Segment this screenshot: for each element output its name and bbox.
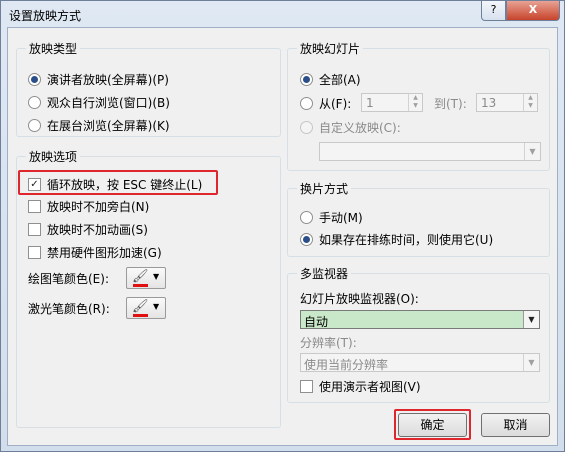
show-slides-title: 放映幻灯片 [297,40,364,57]
dropdown-arrow-icon: ▼ [153,272,160,281]
window-label: 观众自行浏览(窗口)(B) [47,95,170,110]
resolution-value: 使用当前分辨率 [304,358,389,372]
laser-color-swatch [133,314,148,317]
advance-title: 换片方式 [297,180,352,197]
show-slides-group: 放映幻灯片 全部(A) 从(F): 1 ▲ ▼ 到(T): 13 ▲ ▼ 自定义放映… [287,40,550,171]
presenter-label: 演讲者放映(全屏幕)(P) [47,72,169,87]
pen-color-label: 绘图笔颜色(E): [28,271,109,286]
dialog-body: 放映类型 演讲者放映(全屏幕)(P) 观众自行浏览(窗口)(B) 在展台浏览(全… [7,27,558,446]
from-spinner[interactable]: 1 ▲ ▼ [361,93,423,112]
no-narration-option[interactable]: 放映时不加旁白(N) [28,197,149,215]
presenter-view-checkbox[interactable] [300,379,313,393]
to-spinner[interactable]: 13 ▲ ▼ [476,93,538,112]
radio-kiosk[interactable] [28,118,41,132]
monitor-select[interactable]: 自动 ▼ [300,310,540,329]
monitors-title: 多监视器 [297,265,352,282]
no-animation-option[interactable]: 放映时不加动画(S) [28,220,148,238]
resolution-select[interactable]: 使用当前分辨率 ▼ [300,353,540,372]
monitor-value: 自动 [304,315,329,329]
no-animation-label: 放映时不加动画(S) [47,222,148,237]
dialog-window: 设置放映方式 ? X 放映类型 演讲者放映(全屏幕)(P) 观众自行浏览(窗口)… [0,0,565,452]
no-narration-label: 放映时不加旁白(N) [47,199,150,214]
laser-color-button[interactable]: 🖌 ▼ [126,297,166,319]
custom-show-select[interactable]: ▼ [319,142,541,161]
radio-timings[interactable] [300,232,313,246]
cancel-button[interactable]: 取消 [481,413,550,437]
advance-group: 换片方式 手动(M) 如果存在排练时间，则使用它(U) [287,180,550,257]
dropdown-arrow-icon: ▼ [153,302,160,311]
dialog-title: 设置放映方式 [9,9,82,23]
show-options-title: 放映选项 [26,148,81,165]
manual-label: 手动(M) [319,210,363,225]
radio-from[interactable] [300,96,313,110]
loop-highlight [18,170,218,195]
timings-option[interactable]: 如果存在排练时间，则使用它(U) [300,230,493,248]
spinner-arrows-icon[interactable]: ▲ ▼ [408,94,422,111]
disable-hw-option[interactable]: 禁用硬件图形加速(G) [28,243,162,261]
title-bar: 设置放映方式 ? X [1,1,564,27]
from-value: 1 [366,96,374,110]
custom-show-option[interactable]: 自定义放映(C): [300,118,401,136]
kiosk-label: 在展台浏览(全屏幕)(K) [47,118,170,133]
monitors-group: 多监视器 幻灯片放映监视器(O): 自动 ▼ 分辨率(T): 使用当前分辨率 ▼… [287,265,550,403]
radio-custom[interactable] [300,120,313,134]
show-type-option-window[interactable]: 观众自行浏览(窗口)(B) [28,93,170,111]
to-label: 到(T): [434,96,467,111]
from-label: 从(F): [319,96,352,111]
pen-color-swatch [133,284,148,287]
manual-option[interactable]: 手动(M) [300,208,363,226]
no-narration-checkbox[interactable] [28,199,41,213]
radio-window[interactable] [28,95,41,109]
spinner-arrows-icon[interactable]: ▲ ▼ [523,94,537,111]
presenter-view-option[interactable]: 使用演示者视图(V) [300,377,421,395]
all-label: 全部(A) [319,72,361,87]
no-animation-checkbox[interactable] [28,222,41,236]
custom-label: 自定义放映(C): [319,120,401,135]
disable-hw-label: 禁用硬件图形加速(G) [47,245,162,260]
paint-bucket-icon: 🖌 [132,269,149,284]
timings-label: 如果存在排练时间，则使用它(U) [319,232,494,247]
dropdown-arrow-icon[interactable]: ▼ [523,354,539,371]
show-options-group: 放映选项 ✓ 循环放映，按 ESC 键终止(L) 放映时不加旁白(N) 放映时不… [16,148,281,428]
resolution-label: 分辨率(T): [300,335,357,350]
close-button[interactable]: X [506,1,560,21]
show-type-title: 放映类型 [26,40,81,57]
radio-manual[interactable] [300,210,313,224]
ok-highlight [394,409,471,440]
disable-hw-checkbox[interactable] [28,245,41,259]
dropdown-arrow-icon[interactable]: ▼ [523,311,539,328]
show-type-group: 放映类型 演讲者放映(全屏幕)(P) 观众自行浏览(窗口)(B) 在展台浏览(全… [16,40,281,137]
paint-bucket-icon: 🖌 [132,299,149,314]
monitor-label: 幻灯片放映监视器(O): [300,291,419,306]
radio-presenter[interactable] [28,72,41,86]
radio-all[interactable] [300,72,313,86]
presenter-view-label: 使用演示者视图(V) [319,379,421,394]
dropdown-arrow-icon[interactable]: ▼ [524,143,540,160]
all-slides-option[interactable]: 全部(A) [300,70,361,88]
show-type-option-presenter[interactable]: 演讲者放映(全屏幕)(P) [28,70,169,88]
to-value: 13 [481,96,497,110]
show-type-option-kiosk[interactable]: 在展台浏览(全屏幕)(K) [28,116,170,134]
pen-color-button[interactable]: 🖌 ▼ [126,267,166,289]
help-button[interactable]: ? [481,1,506,21]
laser-color-label: 激光笔颜色(R): [28,301,110,316]
from-option[interactable]: 从(F): [300,94,351,112]
